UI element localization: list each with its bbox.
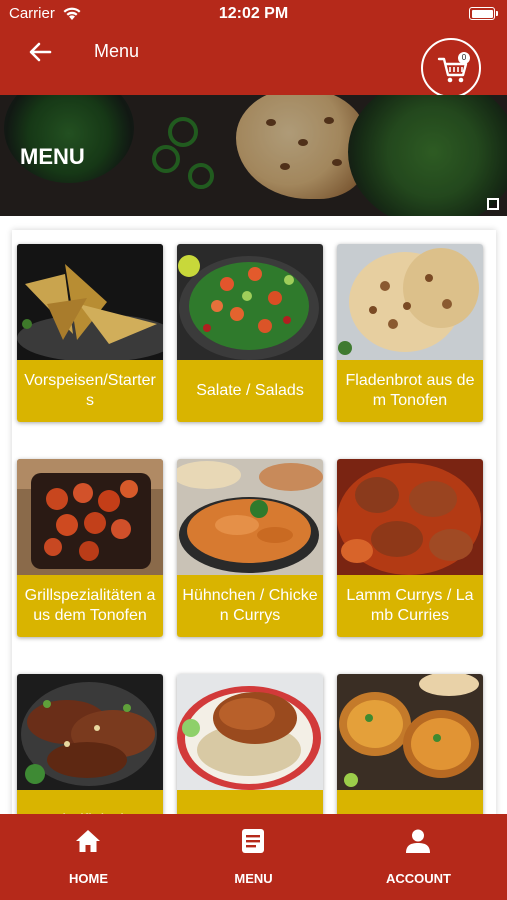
duck-image	[177, 674, 323, 790]
cart-badge: 0	[458, 52, 470, 64]
category-label: Salate / Salads	[177, 360, 323, 422]
cart-button[interactable]: 0	[421, 38, 481, 98]
category-label: Fladenbrot aus dem Tonofen	[337, 360, 483, 422]
nav-menu[interactable]: MENU	[169, 814, 338, 900]
category-tile[interactable]: Grillspezialitäten aus dem Tonofen	[17, 459, 163, 637]
chicken-curry-image	[177, 459, 323, 575]
category-label: Vorspeisen/Starters	[17, 360, 163, 422]
user-icon	[406, 829, 430, 853]
top-bar: Carrier 12:02 PM Menu 0	[0, 0, 507, 98]
nav-menu-label: MENU	[234, 871, 273, 886]
category-label: Hühnchen / Chicken Currys	[177, 575, 323, 637]
lamb-curry-image	[337, 459, 483, 575]
category-label	[337, 790, 483, 814]
category-label: Grillspezialitäten aus dem Tonofen	[17, 575, 163, 637]
category-tile[interactable]	[337, 674, 483, 814]
category-scroll-area[interactable]: Vorspeisen/Starters Salate / Salads Flad…	[0, 216, 507, 814]
curry-bowls-image	[337, 674, 483, 790]
fullscreen-icon[interactable]	[487, 198, 499, 210]
category-tile[interactable]: Lamm Currys / Lamb Curries	[337, 459, 483, 637]
back-button[interactable]	[26, 38, 54, 66]
category-tile[interactable]: Vorspeisen/Starters	[17, 244, 163, 422]
nav-home-label: HOME	[69, 871, 108, 886]
banner-title: MENU	[20, 144, 85, 169]
samosa-image	[17, 244, 163, 360]
category-label: Rindfleisch	[17, 790, 163, 814]
status-bar: Carrier 12:02 PM	[0, 0, 507, 28]
salad-image	[177, 244, 323, 360]
category-label: Ente-	[177, 790, 323, 814]
bottom-navigation: HOME MENU ACCOUNT	[0, 814, 507, 900]
menu-banner: MENU	[0, 95, 507, 216]
battery-icon	[469, 7, 498, 20]
naan-bread-image	[337, 244, 483, 360]
app-root: Carrier 12:02 PM Menu 0 MENU Vorspeisen/…	[0, 0, 507, 900]
tandoori-grill-image	[17, 459, 163, 575]
clock: 12:02 PM	[218, 5, 289, 22]
page-title: Menu	[94, 41, 140, 61]
category-tile[interactable]: Ente-	[177, 674, 323, 814]
nav-account[interactable]: ACCOUNT	[334, 814, 503, 900]
category-label: Lamm Currys / Lamb Curries	[337, 575, 483, 637]
category-tile[interactable]: Rindfleisch	[17, 674, 163, 814]
category-tile[interactable]: Hühnchen / Chicken Currys	[177, 459, 323, 637]
nav-home[interactable]: HOME	[4, 814, 173, 900]
category-tile[interactable]: Fladenbrot aus dem Tonofen	[337, 244, 483, 422]
arrow-left-icon	[29, 42, 52, 62]
home-icon	[76, 830, 100, 852]
category-tile[interactable]: Salate / Salads	[177, 244, 323, 422]
beef-image	[17, 674, 163, 790]
menu-list-icon	[242, 829, 264, 853]
nav-account-label: ACCOUNT	[386, 871, 451, 886]
